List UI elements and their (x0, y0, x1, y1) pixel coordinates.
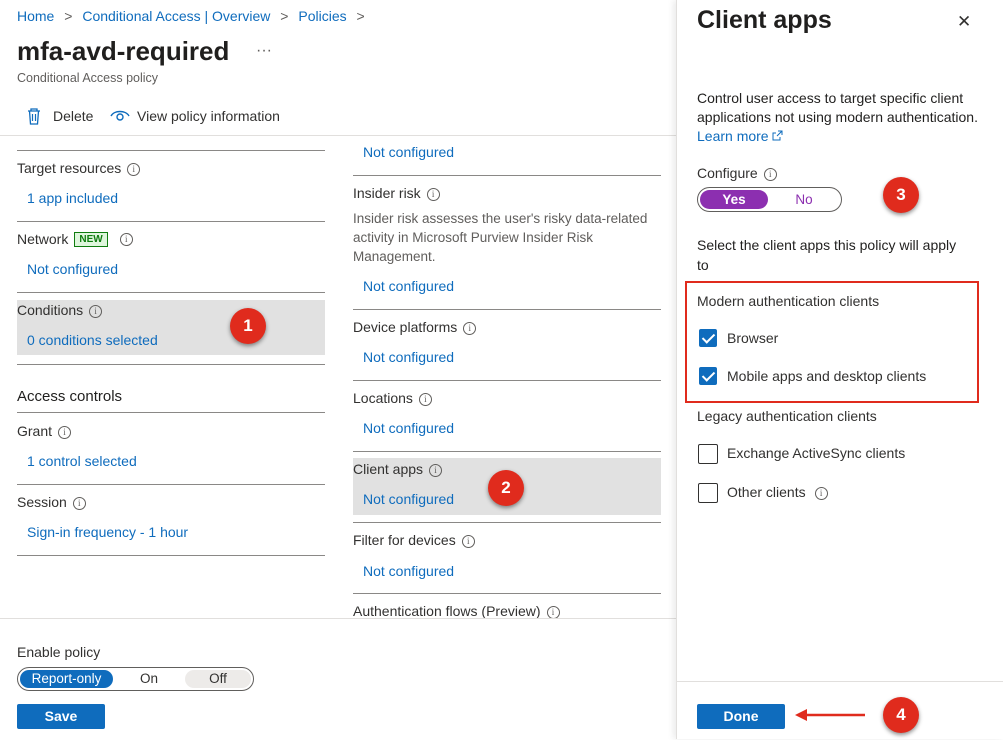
network-link[interactable]: Not configured (27, 261, 118, 277)
panel-footer-divider (677, 681, 1003, 682)
other-clients-label: Other clients i (727, 484, 828, 500)
enable-policy-label: Enable policy (17, 644, 101, 660)
info-icon[interactable]: i (72, 497, 86, 510)
breadcrumb-policies[interactable]: Policies (298, 8, 346, 24)
insider-risk-label: Insider risk i (353, 185, 440, 201)
locations-link[interactable]: Not configured (363, 420, 454, 436)
insider-risk-link[interactable]: Not configured (363, 278, 454, 294)
delete-button[interactable]: Delete (26, 106, 93, 126)
session-label: Session i (17, 494, 86, 510)
annotation-badge-3: 3 (883, 177, 919, 213)
annotation-badge-1: 1 (230, 308, 266, 344)
target-resources-link[interactable]: 1 app included (27, 190, 118, 206)
divider (17, 555, 325, 556)
annotation-arrow-icon (795, 709, 865, 721)
info-icon[interactable]: i (429, 464, 443, 477)
filter-devices-link[interactable]: Not configured (363, 563, 454, 579)
breadcrumb-separator: > (64, 8, 73, 24)
divider (17, 221, 325, 222)
auth-flows-label: Authentication flows (Preview) i (353, 603, 560, 619)
breadcrumb-separator: > (356, 8, 365, 24)
divider (17, 364, 325, 365)
external-link-icon (772, 130, 783, 141)
browser-checkbox[interactable] (699, 329, 717, 347)
device-platforms-link[interactable]: Not configured (363, 349, 454, 365)
grant-label: Grant i (17, 423, 72, 439)
breadcrumb: Home > Conditional Access | Overview > P… (17, 8, 371, 24)
breadcrumb-overview[interactable]: Conditional Access | Overview (82, 8, 270, 24)
top-not-configured-link[interactable]: Not configured (363, 144, 454, 160)
conditions-link[interactable]: 0 conditions selected (27, 332, 158, 348)
select-client-apps-text: Select the client apps this policy will … (697, 237, 957, 273)
page-subtitle: Conditional Access policy (17, 71, 159, 85)
browser-label: Browser (727, 330, 779, 346)
legacy-auth-heading: Legacy authentication clients (697, 408, 877, 424)
info-icon[interactable]: i (58, 426, 72, 439)
info-icon[interactable]: i (426, 188, 440, 201)
conditions-label: Conditions i (17, 302, 103, 318)
configure-no-option[interactable]: No (770, 190, 838, 209)
info-icon[interactable]: i (763, 168, 777, 181)
more-options-button[interactable]: ··· (256, 42, 272, 60)
panel-title: Client apps (697, 6, 832, 34)
delete-label: Delete (53, 108, 94, 124)
info-icon[interactable]: i (461, 535, 475, 548)
divider (353, 380, 661, 381)
learn-more-link[interactable]: Learn more (697, 128, 769, 144)
annotation-badge-2: 2 (488, 470, 524, 506)
locations-label: Locations i (353, 390, 432, 406)
page-title: mfa-avd-required (17, 36, 230, 66)
toolbar-divider (0, 135, 676, 136)
close-icon[interactable]: ✕ (957, 12, 971, 32)
report-only-option[interactable]: Report-only (20, 670, 113, 688)
exchange-activesync-label: Exchange ActiveSync clients (727, 445, 906, 461)
divider (17, 292, 325, 293)
annotation-badge-4: 4 (883, 697, 919, 733)
panel-description: Control user access to target specific c… (697, 90, 978, 144)
exchange-activesync-checkbox[interactable] (698, 444, 718, 464)
device-platforms-label: Device platforms i (353, 319, 477, 335)
breadcrumb-separator: > (280, 8, 289, 24)
done-button[interactable]: Done (697, 704, 785, 729)
info-icon[interactable]: i (814, 487, 828, 500)
info-icon[interactable]: i (127, 163, 141, 176)
divider (353, 175, 661, 176)
configure-label: Configure i (697, 165, 777, 181)
off-option[interactable]: Off (185, 670, 251, 688)
configure-yes-option[interactable]: Yes (700, 190, 768, 209)
divider (17, 484, 325, 485)
divider (353, 309, 661, 310)
mobile-desktop-checkbox[interactable] (699, 367, 717, 385)
view-policy-info-label: View policy information (137, 108, 280, 124)
info-icon[interactable]: i (89, 305, 103, 318)
modern-auth-heading: Modern authentication clients (697, 293, 880, 309)
info-icon[interactable]: i (119, 232, 133, 246)
divider (353, 593, 661, 594)
divider (17, 412, 325, 413)
view-policy-info-button[interactable]: View policy information (110, 106, 280, 126)
divider (353, 522, 661, 523)
breadcrumb-home[interactable]: Home (17, 8, 54, 24)
info-icon[interactable]: i (418, 393, 432, 406)
target-resources-label: Target resources i (17, 160, 141, 176)
info-icon[interactable]: i (463, 322, 477, 335)
new-badge: NEW (74, 231, 108, 247)
divider (353, 451, 661, 452)
session-link[interactable]: Sign-in frequency - 1 hour (27, 524, 188, 540)
divider (17, 150, 325, 151)
client-apps-link[interactable]: Not configured (363, 491, 454, 507)
save-button[interactable]: Save (17, 704, 105, 729)
client-apps-label: Client apps i (353, 461, 443, 477)
access-controls-heading: Access controls (17, 388, 123, 405)
grant-link[interactable]: 1 control selected (27, 453, 137, 469)
network-label: Network NEW i (17, 231, 133, 247)
insider-risk-description: Insider risk assesses the user's risky d… (353, 211, 648, 264)
trash-icon (28, 108, 40, 125)
other-clients-checkbox[interactable] (698, 483, 718, 503)
on-option[interactable]: On (120, 670, 178, 688)
eye-icon (110, 110, 130, 121)
filter-devices-label: Filter for devices i (353, 532, 475, 548)
mobile-desktop-label: Mobile apps and desktop clients (727, 368, 927, 384)
